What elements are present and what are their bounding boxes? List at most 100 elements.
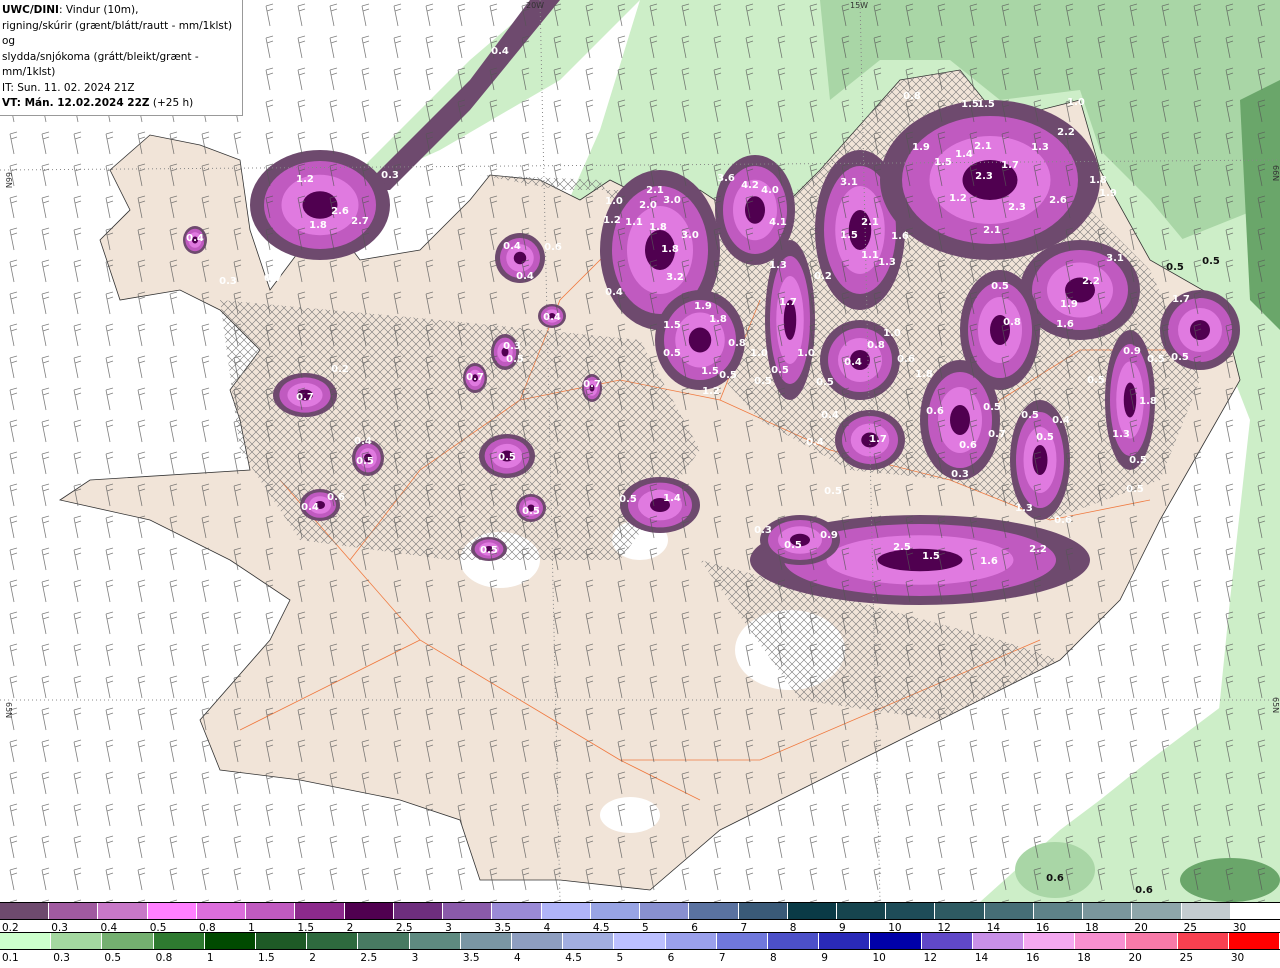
- snow-legend-swatch: [640, 903, 690, 919]
- snow-legend-swatch: [0, 903, 50, 919]
- grid-label-15w: 15W: [850, 1, 868, 10]
- precip-value-label: 0.4: [844, 357, 862, 368]
- snow-legend-swatch: [246, 903, 296, 919]
- rain-legend-label: 2: [309, 952, 316, 964]
- precip-value-label: 0.5: [498, 452, 516, 463]
- rain-legend-label: 0.5: [104, 952, 122, 964]
- precip-value-label: 1.2: [949, 193, 967, 204]
- snow-legend-swatch: [935, 903, 985, 919]
- precip-value-label: 1.9: [1060, 299, 1078, 310]
- title-line-2: rigning/skúrir (grænt/blátt/rautt - mm/1…: [2, 19, 233, 48]
- precip-value-label: 1.9: [912, 142, 930, 153]
- rain-legend-swatch: [0, 933, 52, 949]
- precip-value-label: 0.4: [806, 437, 824, 448]
- precip-value-label: 0.4: [354, 436, 372, 447]
- precip-value-label: 1.3: [1015, 503, 1033, 514]
- precip-value-label: 1.3: [769, 260, 787, 271]
- precip-value-label: 0.5: [816, 377, 834, 388]
- snow-legend-swatch: [1033, 903, 1084, 919]
- snow-legend-swatch: [147, 903, 197, 919]
- precip-value-label: 0.2: [331, 364, 349, 375]
- rain-legend-label: 9: [821, 952, 828, 964]
- precip-value-label: 0.5: [784, 540, 802, 551]
- rain-legend-swatch: [512, 933, 564, 949]
- valid-time: VT: Mán. 12.02.2024 22Z: [2, 97, 150, 109]
- title-line-1: : Vindur (10m),: [58, 4, 139, 16]
- rain-legend-label: 16: [1026, 952, 1040, 964]
- rain-legend-label: 4: [514, 952, 521, 964]
- precip-value-label: 0.9: [1123, 346, 1141, 357]
- precip-value-label: 0.6: [327, 492, 345, 503]
- snow-legend-swatch: [344, 903, 394, 919]
- issue-time: IT: Sun. 11. 02. 2024 21Z: [2, 81, 135, 94]
- rain-legend-label: 3: [411, 952, 419, 964]
- snow-legend-swatch: [836, 903, 887, 919]
- rain-legend-swatch: [358, 933, 410, 949]
- precip-value-label: 1.5: [922, 551, 940, 562]
- rain-legend-label: 0.1: [2, 952, 19, 964]
- precip-value-label: 4.1: [769, 217, 787, 228]
- precip-value-label: 0.5: [1147, 354, 1165, 365]
- precip-value-label: 3.2: [666, 272, 684, 283]
- precip-value-label: 1.4: [955, 149, 973, 160]
- snow-legend-swatch: [886, 903, 936, 919]
- precip-value-label: 2.1: [646, 185, 664, 196]
- precip-value-label: 0.5: [1166, 262, 1184, 273]
- precip-value-label: 3.1: [1106, 253, 1124, 264]
- precip-value-label: 1.0: [605, 196, 623, 207]
- precip-value-label: 0.5: [1036, 432, 1054, 443]
- snow-legend-swatch: [541, 903, 591, 919]
- precip-value-label: 1.5: [934, 157, 952, 168]
- precip-value-label: 0.4: [186, 233, 204, 244]
- rain-legend-swatch: [563, 933, 615, 949]
- precip-value-label: 1.0: [750, 348, 768, 359]
- precip-value-label: 0.5: [1129, 455, 1147, 466]
- snow-legend-swatch: [49, 903, 99, 919]
- precip-value-label: 1.6: [1056, 319, 1074, 330]
- precip-value-label: 1.8: [709, 314, 727, 325]
- precip-value-label: 0.7: [296, 392, 314, 403]
- rain-legend-swatch: [1126, 933, 1178, 949]
- precip-value-label: 2.3: [1008, 202, 1026, 213]
- precip-value-label: 1.4: [663, 493, 681, 504]
- precip-value-label: 1.7: [1001, 160, 1019, 171]
- precip-value-label: 1.8: [1089, 175, 1107, 186]
- precip-value-label: 0.7: [988, 429, 1006, 440]
- precip-value-label: 0.5: [506, 354, 524, 365]
- precip-value-label: 0.4: [491, 46, 509, 57]
- precip-value-label: 1.0: [883, 328, 901, 339]
- rain-legend-swatch: [1177, 933, 1229, 949]
- precip-value-label: 1.8: [661, 244, 679, 255]
- precip-value-label: 0.5: [983, 402, 1001, 413]
- weather-map: 20W 15W 66N 66N 65N 65N 0.40.91.22.62.71…: [0, 0, 1280, 903]
- precip-value-label: 0.6: [544, 242, 562, 253]
- precip-value-label: 1.8: [1139, 396, 1157, 407]
- precip-value-label: 1.2: [702, 386, 720, 397]
- precip-value-label: 2.2: [1057, 127, 1075, 138]
- precip-value-label: 0.4: [503, 241, 521, 252]
- rain-legend-label: 30: [1230, 952, 1245, 964]
- precip-value-label: 2.1: [974, 141, 992, 152]
- rain-legend-swatch: [204, 933, 257, 949]
- rain-legend-swatch: [870, 933, 922, 949]
- snow-legend-swatch: [1083, 903, 1133, 919]
- rain-legend-swatch: [1228, 933, 1280, 949]
- precip-value-label: 3.0: [663, 195, 681, 206]
- rain-legend-swatch: [921, 933, 973, 949]
- precip-value-label: 2.0: [639, 200, 657, 211]
- precip-value-label: 3.1: [840, 177, 858, 188]
- grid-label-66n-right: 66N: [1271, 165, 1280, 181]
- lead-time: (+25 h): [152, 97, 194, 109]
- precip-value-label: 1.0: [1067, 97, 1085, 108]
- rain-legend-label: 4.5: [565, 952, 582, 964]
- snow-legend-swatch: [738, 903, 788, 919]
- precip-value-label: 0.5: [991, 281, 1009, 292]
- precip-value-label: 0.4: [516, 271, 534, 282]
- snow-legend-swatch: [1181, 903, 1231, 919]
- precip-value-label: 1.9: [694, 301, 712, 312]
- title-line-3: slydda/snjókoma (grátt/bleikt/grænt - mm…: [2, 50, 199, 79]
- precip-value-label: 0.3: [951, 469, 969, 480]
- rain-legend-label: 0.8: [155, 952, 173, 964]
- precip-value-label: 1.2: [296, 174, 314, 185]
- precip-value-label: 0.6: [897, 354, 915, 365]
